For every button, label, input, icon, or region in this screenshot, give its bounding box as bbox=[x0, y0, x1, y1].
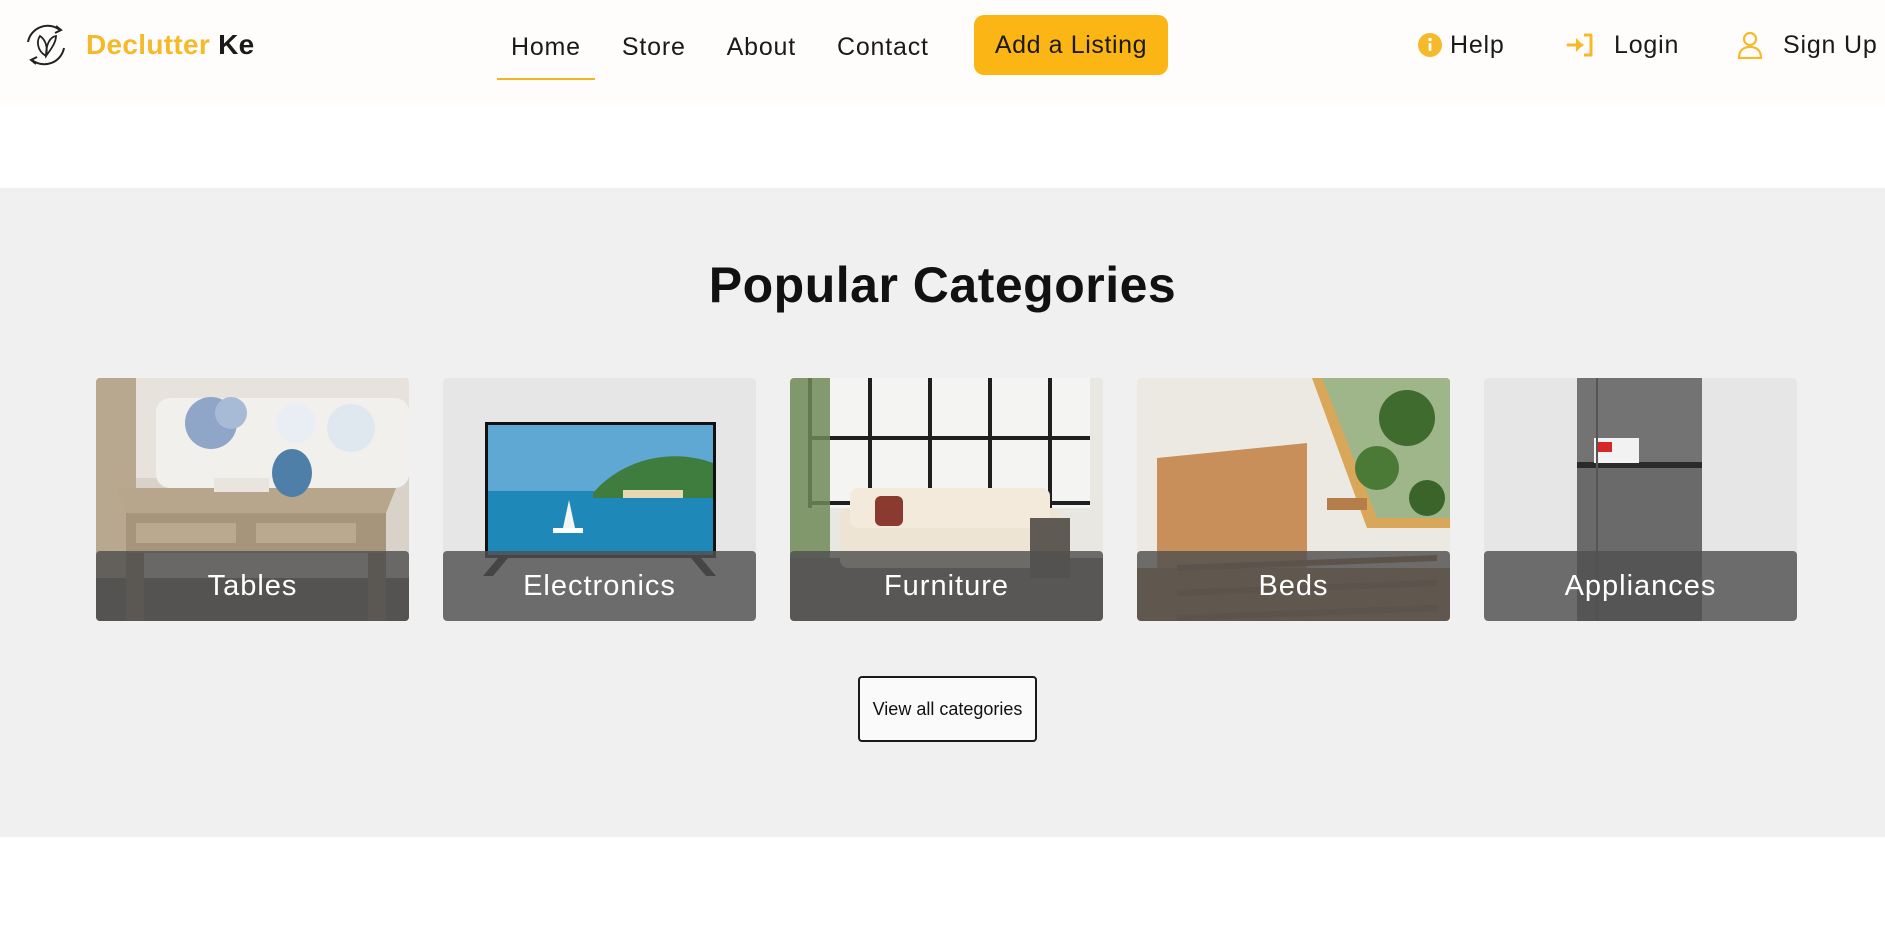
category-card-electronics[interactable]: Electronics bbox=[443, 378, 756, 621]
category-card-beds[interactable]: Beds bbox=[1137, 378, 1450, 621]
add-listing-button[interactable]: Add a Listing bbox=[974, 15, 1168, 75]
nav-home[interactable]: Home bbox=[497, 15, 595, 80]
signup-link-wrap: Sign Up bbox=[1737, 15, 1878, 75]
help-link-wrap: Help bbox=[1418, 15, 1505, 75]
category-label: Furniture bbox=[790, 551, 1103, 621]
help-link[interactable]: Help bbox=[1418, 31, 1505, 60]
top-navbar: Declutter Ke Home Store About Contact Ad… bbox=[0, 0, 1885, 105]
category-card-appliances[interactable]: Appliances bbox=[1484, 378, 1797, 621]
category-label: Tables bbox=[96, 551, 409, 621]
category-card-tables[interactable]: Tables bbox=[96, 378, 409, 621]
category-label: Appliances bbox=[1484, 551, 1797, 621]
brand-logo[interactable]: Declutter Ke bbox=[20, 20, 255, 70]
category-card-furniture[interactable]: Furniture bbox=[790, 378, 1103, 621]
brand-name-rest: Ke bbox=[210, 29, 255, 60]
recycle-leaf-icon bbox=[27, 24, 65, 66]
user-icon bbox=[1737, 31, 1763, 59]
nav-contact[interactable]: Contact bbox=[823, 15, 943, 79]
category-label: Beds bbox=[1137, 551, 1450, 621]
section-title: Popular Categories bbox=[708, 257, 1177, 313]
help-label: Help bbox=[1450, 30, 1505, 59]
login-label: Login bbox=[1614, 30, 1680, 59]
brand-name: Declutter Ke bbox=[86, 29, 255, 61]
sign-in-icon bbox=[1566, 33, 1593, 57]
popular-categories-section: Popular Categories Tables Electronics Fu… bbox=[0, 188, 1885, 837]
view-all-categories-button[interactable]: View all categories bbox=[858, 676, 1037, 742]
login-link[interactable]: Login bbox=[1566, 31, 1679, 60]
signup-link[interactable]: Sign Up bbox=[1737, 31, 1878, 60]
signup-label: Sign Up bbox=[1783, 30, 1878, 59]
nav-about[interactable]: About bbox=[713, 15, 810, 79]
info-icon bbox=[1418, 33, 1442, 57]
login-link-wrap: Login bbox=[1566, 15, 1679, 75]
brand-name-accent: Declutter bbox=[86, 29, 211, 60]
main-nav: Home Store About Contact bbox=[497, 15, 943, 80]
nav-store[interactable]: Store bbox=[608, 15, 700, 79]
category-cards: Tables Electronics Furniture Beds Applia… bbox=[96, 378, 1797, 621]
category-label: Electronics bbox=[443, 551, 756, 621]
